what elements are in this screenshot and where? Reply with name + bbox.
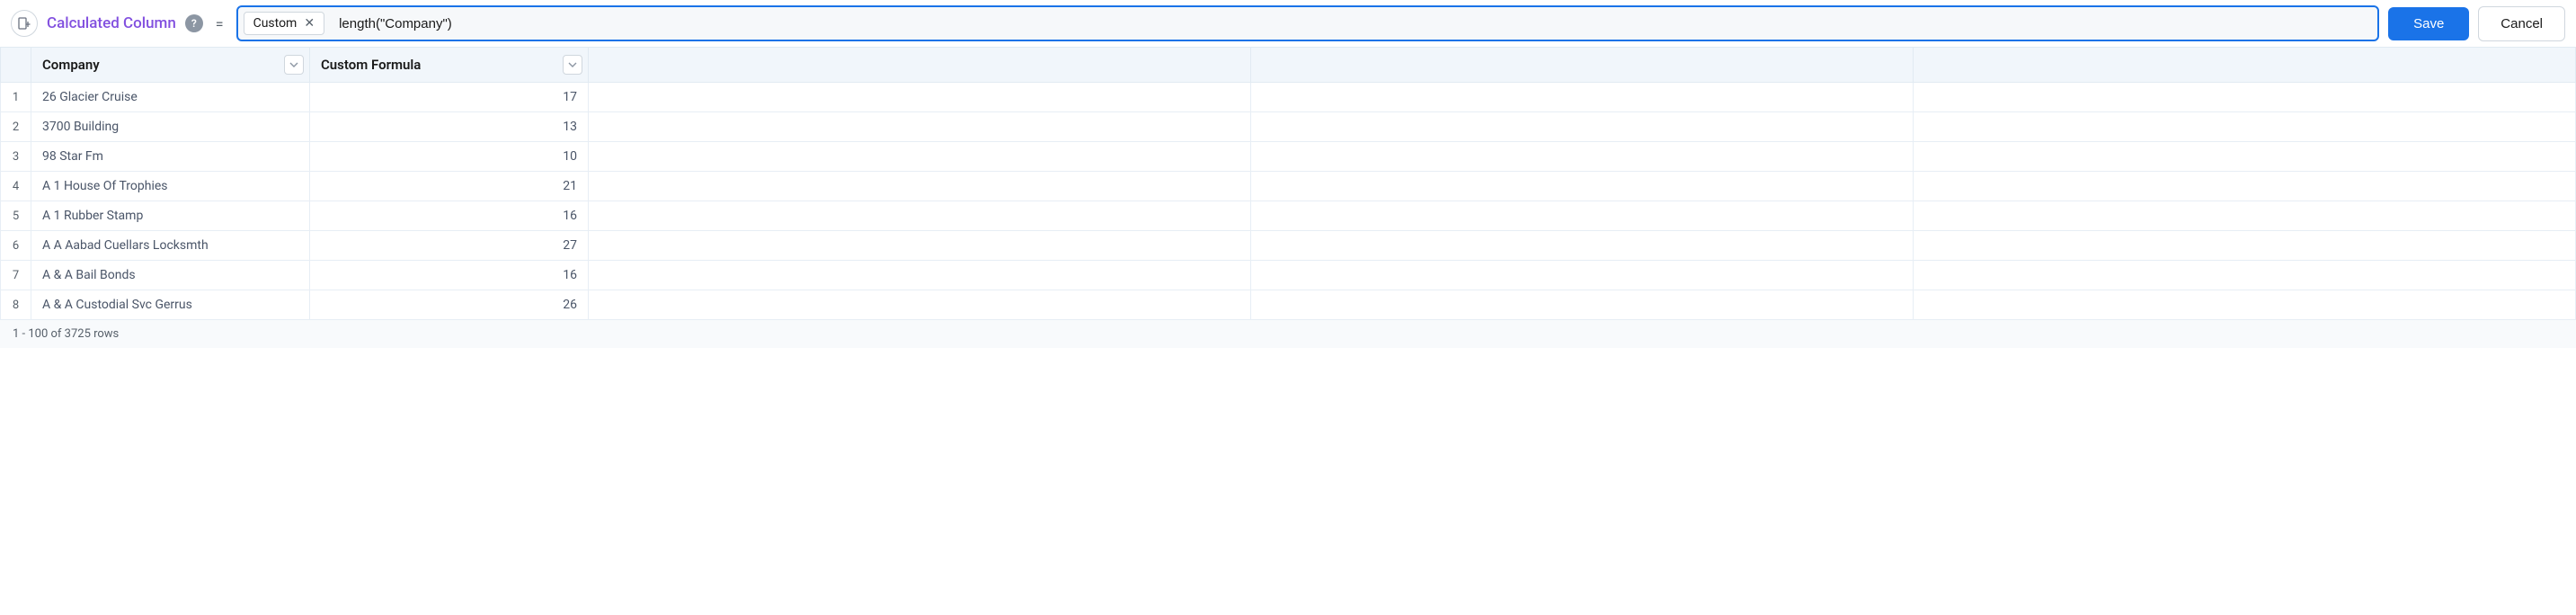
cell-empty[interactable] (589, 231, 1251, 261)
cell-empty[interactable] (589, 290, 1251, 320)
cell-empty[interactable] (1251, 290, 1914, 320)
cell-empty[interactable] (1251, 83, 1914, 112)
formula-type-tag[interactable]: Custom ✕ (244, 12, 325, 35)
table-row: 398 Star Fm10 (1, 142, 2576, 172)
cell-empty[interactable] (1251, 142, 1914, 172)
cell-empty[interactable] (589, 172, 1251, 201)
column-menu-company[interactable] (284, 55, 304, 75)
cell-company[interactable]: A & A Custodial Svc Gerrus (31, 290, 310, 320)
column-header-label: Custom Formula (321, 57, 421, 73)
row-number: 5 (1, 201, 31, 231)
help-icon[interactable]: ? (185, 14, 203, 32)
cell-empty[interactable] (1914, 261, 2576, 290)
cell-empty[interactable] (1914, 172, 2576, 201)
cell-empty[interactable] (589, 201, 1251, 231)
table-row: 5A 1 Rubber Stamp16 (1, 201, 2576, 231)
save-button[interactable]: Save (2388, 7, 2469, 40)
row-number: 4 (1, 172, 31, 201)
cell-empty[interactable] (1914, 290, 2576, 320)
cell-company[interactable]: 26 Glacier Cruise (31, 83, 310, 112)
column-header-empty[interactable] (1914, 48, 2576, 83)
add-column-button[interactable] (11, 10, 38, 37)
cell-formula-value[interactable]: 10 (310, 142, 589, 172)
row-number: 3 (1, 142, 31, 172)
formula-bar[interactable]: Custom ✕ (236, 5, 2380, 41)
column-header-empty[interactable] (589, 48, 1251, 83)
cell-empty[interactable] (589, 112, 1251, 142)
column-header-empty[interactable] (1251, 48, 1914, 83)
cell-empty[interactable] (589, 83, 1251, 112)
add-column-icon (17, 16, 31, 31)
cell-empty[interactable] (589, 142, 1251, 172)
close-icon[interactable]: ✕ (304, 17, 315, 30)
data-table-wrapper: Company Custom Formula (0, 47, 2576, 320)
cell-formula-value[interactable]: 17 (310, 83, 589, 112)
row-count-status: 1 - 100 of 3725 rows (13, 327, 119, 341)
cell-company[interactable]: A 1 Rubber Stamp (31, 201, 310, 231)
cell-empty[interactable] (1914, 83, 2576, 112)
table-row: 126 Glacier Cruise17 (1, 83, 2576, 112)
cell-formula-value[interactable]: 27 (310, 231, 589, 261)
cell-formula-value[interactable]: 16 (310, 261, 589, 290)
cell-empty[interactable] (1251, 172, 1914, 201)
cell-company[interactable]: A 1 House Of Trophies (31, 172, 310, 201)
cell-company[interactable]: 3700 Building (31, 112, 310, 142)
cell-formula-value[interactable]: 26 (310, 290, 589, 320)
cell-formula-value[interactable]: 13 (310, 112, 589, 142)
formula-input[interactable] (330, 9, 2377, 39)
column-header-company[interactable]: Company (31, 48, 310, 83)
cell-empty[interactable] (1251, 201, 1914, 231)
row-number: 6 (1, 231, 31, 261)
formula-tag-label: Custom (253, 16, 298, 31)
table-row: 7A & A Bail Bonds16 (1, 261, 2576, 290)
cell-empty[interactable] (1914, 231, 2576, 261)
cell-empty[interactable] (1251, 112, 1914, 142)
cell-formula-value[interactable]: 16 (310, 201, 589, 231)
table-row: 23700 Building13 (1, 112, 2576, 142)
cell-empty[interactable] (589, 261, 1251, 290)
chevron-down-icon (289, 60, 298, 69)
table-row: 6A A Aabad Cuellars Locksmth27 (1, 231, 2576, 261)
row-number: 8 (1, 290, 31, 320)
cell-empty[interactable] (1914, 201, 2576, 231)
cell-empty[interactable] (1914, 112, 2576, 142)
column-header-formula[interactable]: Custom Formula (310, 48, 589, 83)
cell-empty[interactable] (1914, 142, 2576, 172)
row-number: 1 (1, 83, 31, 112)
row-number: 7 (1, 261, 31, 290)
cancel-button[interactable]: Cancel (2478, 6, 2565, 41)
cell-empty[interactable] (1251, 231, 1914, 261)
chevron-down-icon (568, 60, 577, 69)
column-header-label: Company (42, 57, 100, 73)
cell-company[interactable]: A & A Bail Bonds (31, 261, 310, 290)
cell-empty[interactable] (1251, 261, 1914, 290)
cell-company[interactable]: A A Aabad Cuellars Locksmth (31, 231, 310, 261)
rownum-header (1, 48, 31, 83)
equals-sign: = (216, 15, 224, 32)
table-row: 4A 1 House Of Trophies21 (1, 172, 2576, 201)
cell-company[interactable]: 98 Star Fm (31, 142, 310, 172)
table-footer: 1 - 100 of 3725 rows (0, 320, 2576, 348)
column-menu-formula[interactable] (563, 55, 582, 75)
page-title: Calculated Column (47, 14, 176, 32)
cell-formula-value[interactable]: 21 (310, 172, 589, 201)
data-table: Company Custom Formula (0, 47, 2576, 320)
table-row: 8A & A Custodial Svc Gerrus26 (1, 290, 2576, 320)
row-number: 2 (1, 112, 31, 142)
formula-toolbar: Calculated Column ? = Custom ✕ Save Canc… (0, 0, 2576, 47)
